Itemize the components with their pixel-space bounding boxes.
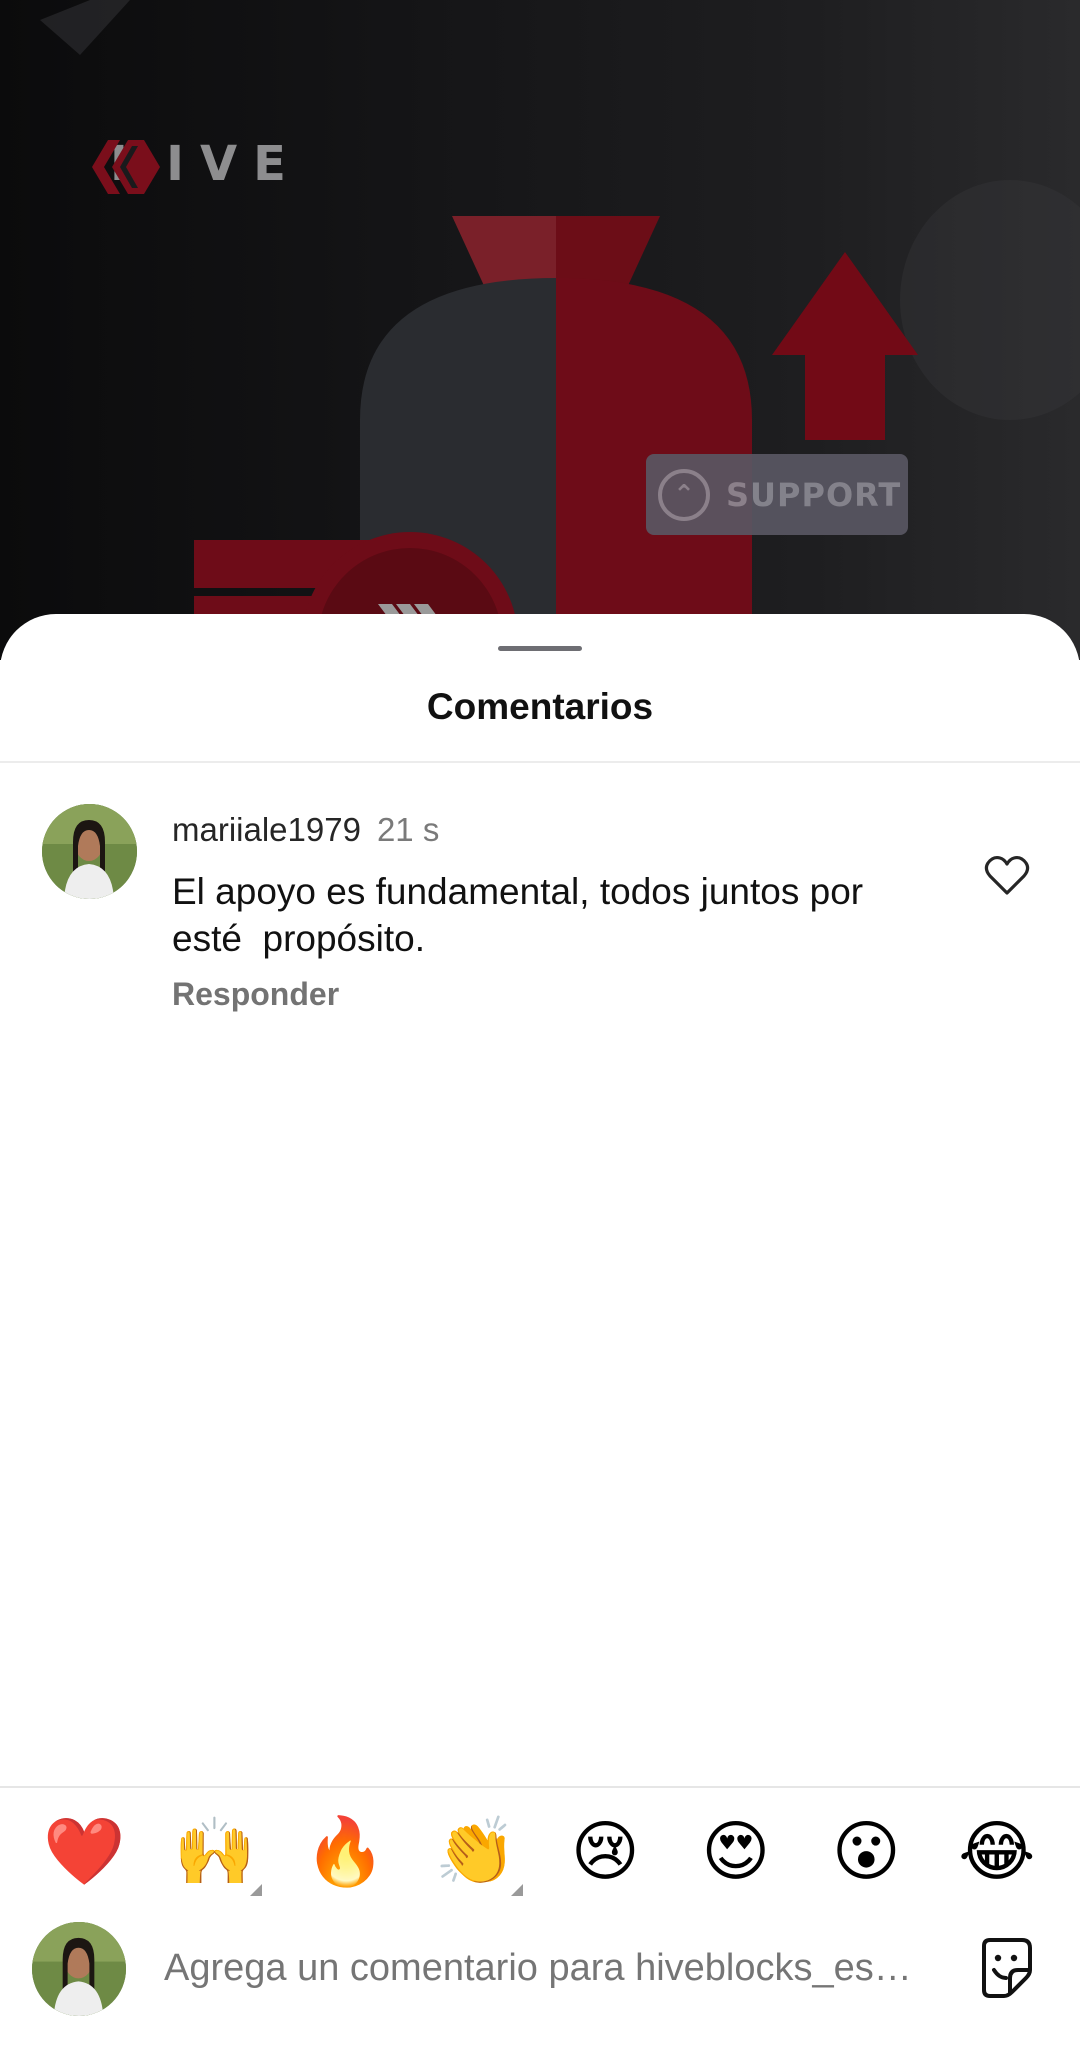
sheet-drag-handle[interactable] <box>498 646 582 651</box>
divider <box>0 1786 1080 1788</box>
post-image-background: HIVE ⌃ SUPPORT <box>0 0 1080 660</box>
emoji-quick-bar: ❤️ 🙌 🔥 👏 😢 😍 😮 😂 <box>0 1812 1080 1896</box>
emoji-raising-hands[interactable]: 🙌 <box>173 1812 262 1896</box>
emoji-clapping-hands[interactable]: 👏 <box>434 1812 523 1896</box>
divider <box>0 761 1080 763</box>
post-illustration <box>40 0 1080 660</box>
emoji-heart-eyes[interactable]: 😍 <box>696 1812 776 1892</box>
commenter-avatar[interactable] <box>42 804 137 899</box>
user-photo-avatar-icon <box>42 804 137 899</box>
comment-timestamp: 21 s <box>376 811 440 848</box>
comment-text: El apoyo es fundamental, todos juntos po… <box>172 871 864 959</box>
heart-outline-icon[interactable] <box>984 854 1030 896</box>
hive-logo: HIVE <box>92 136 302 194</box>
surprised-face-icon: 😮 <box>831 1813 901 1890</box>
comment-composer <box>0 1920 1080 2020</box>
support-badge: ⌃ SUPPORT <box>646 454 908 535</box>
comment-meta: mariiale1979 21 s <box>172 810 932 850</box>
comment-username[interactable]: mariiale1979 <box>172 811 361 848</box>
sheet-title: Comentarios <box>426 686 654 727</box>
fire-icon: 🔥 <box>304 1813 387 1890</box>
support-badge-label: SUPPORT <box>726 475 902 514</box>
variant-indicator-icon <box>249 1884 262 1896</box>
comment-body: mariiale1979 21 s El apoyo es fundamental… <box>172 810 932 1013</box>
emoji-red-heart[interactable]: ❤️ <box>43 1812 126 1892</box>
raising-hands-icon: 🙌 <box>173 1813 256 1890</box>
hive-logo-icon <box>92 140 160 194</box>
sticker-icon[interactable] <box>974 1936 1038 2000</box>
current-user-avatar <box>32 1922 126 2016</box>
clapping-hands-icon: 👏 <box>434 1813 517 1890</box>
emoji-tears-of-joy[interactable]: 😂 <box>957 1812 1037 1892</box>
reply-button[interactable]: Responder <box>172 976 339 1013</box>
chevron-up-circle-icon: ⌃ <box>658 468 710 521</box>
tears-of-joy-icon: 😂 <box>958 1813 1036 1890</box>
comment-input[interactable] <box>164 1940 944 1996</box>
emoji-crying-face[interactable]: 😢 <box>565 1812 645 1892</box>
emoji-surprised-face[interactable]: 😮 <box>826 1812 906 1892</box>
heart-eyes-icon: 😍 <box>701 1813 771 1890</box>
user-photo-avatar-icon <box>32 1922 126 2016</box>
crying-face-icon: 😢 <box>570 1813 640 1890</box>
emoji-fire[interactable]: 🔥 <box>304 1812 387 1892</box>
red-heart-icon: ❤️ <box>43 1813 126 1890</box>
variant-indicator-icon <box>510 1884 523 1896</box>
